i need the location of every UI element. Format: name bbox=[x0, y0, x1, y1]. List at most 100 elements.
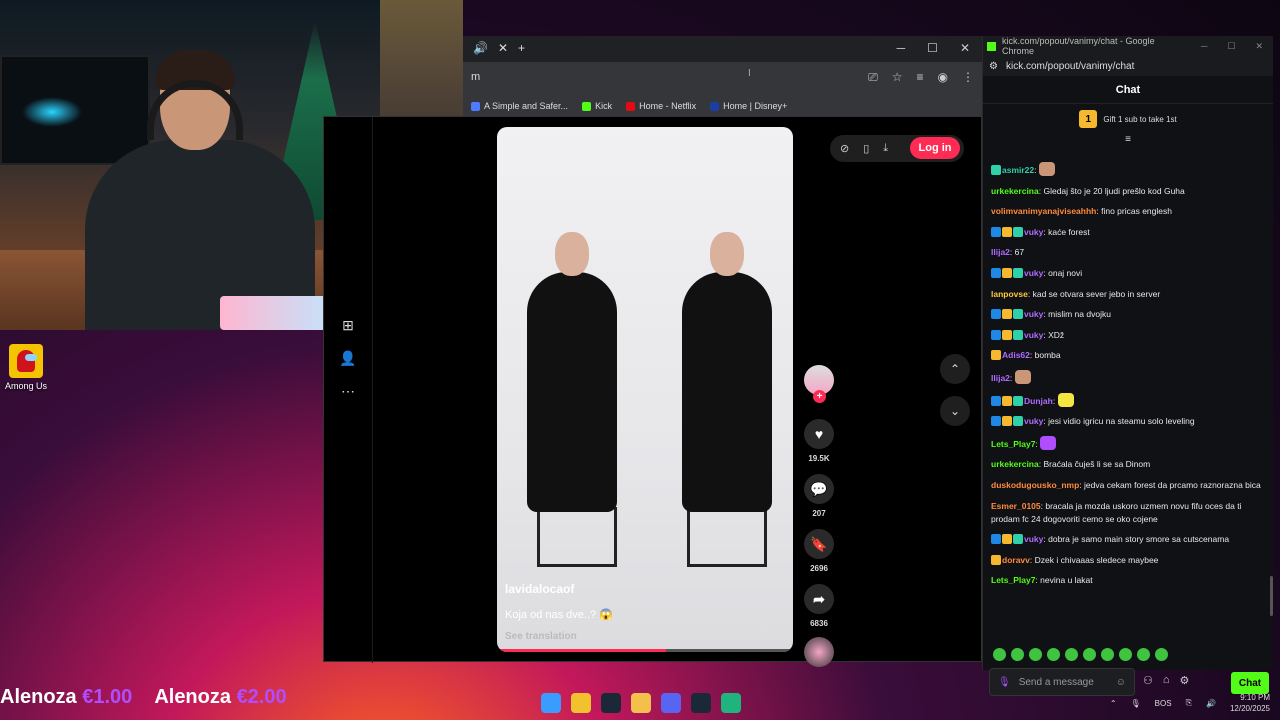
volume-icon[interactable]: 🔊 bbox=[1206, 699, 1216, 708]
chat-username[interactable]: duskodugousko_nmp bbox=[991, 480, 1079, 490]
follow-plus-icon[interactable]: + bbox=[813, 390, 826, 403]
users-icon[interactable]: ⚇ bbox=[1143, 674, 1153, 687]
media-controls-icon[interactable]: ≡ bbox=[917, 70, 924, 85]
chat-username[interactable]: Adis62 bbox=[1002, 350, 1030, 360]
video-player[interactable]: lavidalocaof Koja od nas dve..? 😱 See tr… bbox=[497, 127, 793, 652]
install-app-icon[interactable]: ⎚ bbox=[868, 70, 878, 85]
profile-icon[interactable]: ◉ bbox=[938, 70, 948, 85]
login-button[interactable]: Log in bbox=[910, 137, 960, 159]
taskbar-app-icon[interactable] bbox=[661, 693, 681, 713]
bookmark-item[interactable]: Home | Disney+ bbox=[710, 101, 787, 111]
quick-emote-icon[interactable] bbox=[993, 648, 1006, 661]
microphone-icon[interactable]: 🎙 bbox=[998, 677, 1011, 688]
kick-chat-window: kick.com/popout/vanimy/chat - Google Chr… bbox=[982, 36, 1273, 696]
previous-video-chevron-up-icon[interactable]: ⌃ bbox=[940, 354, 970, 384]
chat-username[interactable]: Dunjah bbox=[1024, 396, 1053, 406]
new-tab-button[interactable]: + bbox=[518, 41, 525, 55]
chat-username[interactable]: vuky bbox=[1024, 416, 1043, 426]
emoji-icon[interactable]: ☺ bbox=[1116, 677, 1126, 688]
quick-emote-icon[interactable] bbox=[1137, 648, 1150, 661]
creator-avatar[interactable]: + bbox=[804, 365, 834, 403]
bookmark-item[interactable]: Kick bbox=[582, 101, 612, 111]
video-progress-bar[interactable] bbox=[497, 649, 793, 652]
chat-message: Ilija2: 67 bbox=[991, 247, 1025, 258]
chat-username[interactable]: Esmer_0105 bbox=[991, 501, 1041, 511]
share-arrow-icon[interactable]: ➦ bbox=[804, 584, 834, 614]
taskbar-app-icon[interactable] bbox=[571, 693, 591, 713]
gift-text: Gift 1 sub to take 1st bbox=[1103, 114, 1177, 124]
minimize-button[interactable]: ─ bbox=[897, 41, 906, 55]
chat-message: vuky: onaj novi bbox=[991, 267, 1266, 280]
quick-emote-icon[interactable] bbox=[1029, 648, 1042, 661]
chat-username[interactable]: vuky bbox=[1024, 330, 1043, 340]
tab-strip: 🔊 ✕ + ─ ☐ ✕ bbox=[463, 36, 982, 60]
close-tab-icon[interactable]: ✕ bbox=[498, 41, 508, 55]
chat-username[interactable]: vuky bbox=[1024, 227, 1043, 237]
quick-emote-icon[interactable] bbox=[1011, 648, 1024, 661]
chat-scrollbar[interactable] bbox=[1270, 576, 1273, 616]
kick-maximize-button[interactable]: ☐ bbox=[1227, 41, 1235, 52]
chat-username[interactable]: Ilija2 bbox=[991, 373, 1010, 383]
bookmark-star-icon[interactable]: ☆ bbox=[892, 70, 903, 85]
taskbar-app-icon[interactable] bbox=[721, 693, 741, 713]
close-window-button[interactable]: ✕ bbox=[960, 41, 970, 55]
kick-close-button[interactable]: ✕ bbox=[1255, 41, 1263, 52]
quick-emote-icon[interactable] bbox=[1155, 648, 1168, 661]
chat-username[interactable]: vuky bbox=[1024, 309, 1043, 319]
device-icon[interactable]: ▯ bbox=[863, 142, 869, 155]
chat-username[interactable]: Lets_Play7 bbox=[991, 439, 1035, 449]
chat-username[interactable]: volimvanimyanajviseahhh bbox=[991, 206, 1096, 216]
chat-username[interactable]: lanpovse bbox=[991, 289, 1028, 299]
comment-icon[interactable]: 💬 bbox=[804, 474, 834, 504]
upload-icon[interactable]: ⊞ bbox=[342, 317, 354, 334]
store-icon[interactable]: ⌂ bbox=[1163, 674, 1170, 687]
quick-emote-icon[interactable] bbox=[1065, 648, 1078, 661]
address-bar[interactable]: m ⎚ ☆ ≡ ◉ ⋮ bbox=[463, 62, 982, 92]
maximize-button[interactable]: ☐ bbox=[927, 41, 938, 55]
see-translation-link[interactable]: See translation bbox=[505, 631, 613, 642]
site-settings-icon[interactable]: ⚙ bbox=[989, 61, 998, 72]
chat-username[interactable]: doravv bbox=[1002, 555, 1030, 565]
video-username[interactable]: lavidalocaof bbox=[505, 582, 613, 596]
network-icon[interactable]: ⎘ bbox=[1186, 698, 1192, 708]
save-bookmark-icon[interactable]: 🔖 bbox=[804, 529, 834, 559]
settings-gear-icon[interactable]: ⚙ bbox=[1180, 674, 1190, 687]
like-heart-icon[interactable]: ♥ bbox=[804, 419, 834, 449]
quick-emote-icon[interactable] bbox=[1119, 648, 1132, 661]
kick-minimize-button[interactable]: ─ bbox=[1201, 41, 1207, 52]
taskbar-app-icon[interactable] bbox=[601, 693, 621, 713]
language-indicator[interactable]: BOS bbox=[1155, 699, 1172, 708]
chat-username[interactable]: asmir22 bbox=[1002, 165, 1034, 175]
chat-username[interactable]: vuky bbox=[1024, 534, 1043, 544]
tray-microphone-icon[interactable]: 🎙 bbox=[1131, 699, 1141, 708]
taskbar-app-icon[interactable] bbox=[541, 693, 561, 713]
next-video-chevron-down-icon[interactable]: ⌄ bbox=[940, 396, 970, 426]
menu-kebab-icon[interactable]: ⋮ bbox=[962, 70, 974, 85]
chat-emote-icon bbox=[1038, 162, 1055, 176]
kick-address-bar[interactable]: ⚙ kick.com/popout/vanimy/chat bbox=[983, 56, 1273, 76]
music-disc-icon[interactable] bbox=[804, 637, 834, 667]
chair bbox=[687, 507, 767, 567]
download-icon[interactable]: ⤓ bbox=[883, 142, 888, 155]
more-icon[interactable]: ⋯ bbox=[341, 383, 355, 400]
quick-emote-icon[interactable] bbox=[1083, 648, 1096, 661]
clock[interactable]: 9:10 PM 12/20/2025 bbox=[1230, 692, 1270, 714]
chat-username[interactable]: urkekercina bbox=[991, 186, 1039, 196]
chat-username[interactable]: Ilija2 bbox=[991, 247, 1010, 257]
chat-username[interactable]: urkekercina bbox=[991, 459, 1039, 469]
bookmark-item[interactable]: A Simple and Safer... bbox=[471, 101, 568, 111]
taskbar-app-icon[interactable] bbox=[691, 693, 711, 713]
bookmark-label: Kick bbox=[595, 101, 613, 111]
quick-emote-icon[interactable] bbox=[1047, 648, 1060, 661]
tray-chevron-up-icon[interactable]: ⌃ bbox=[1110, 699, 1117, 708]
compass-icon[interactable]: ⊘ bbox=[840, 142, 849, 155]
chat-username[interactable]: Lets_Play7 bbox=[991, 575, 1035, 585]
filter-icon[interactable]: ≡ bbox=[983, 134, 1273, 145]
gift-sub-banner[interactable]: 1 Gift 1 sub to take 1st bbox=[983, 104, 1273, 134]
bookmark-item[interactable]: Home - Netflix bbox=[626, 101, 696, 111]
profile-nav-icon[interactable]: 👤 bbox=[339, 350, 356, 367]
taskbar-app-icon[interactable] bbox=[631, 693, 651, 713]
among-us-desktop-icon[interactable]: Among Us bbox=[4, 344, 48, 391]
chat-username[interactable]: vuky bbox=[1024, 268, 1043, 278]
quick-emote-icon[interactable] bbox=[1101, 648, 1114, 661]
